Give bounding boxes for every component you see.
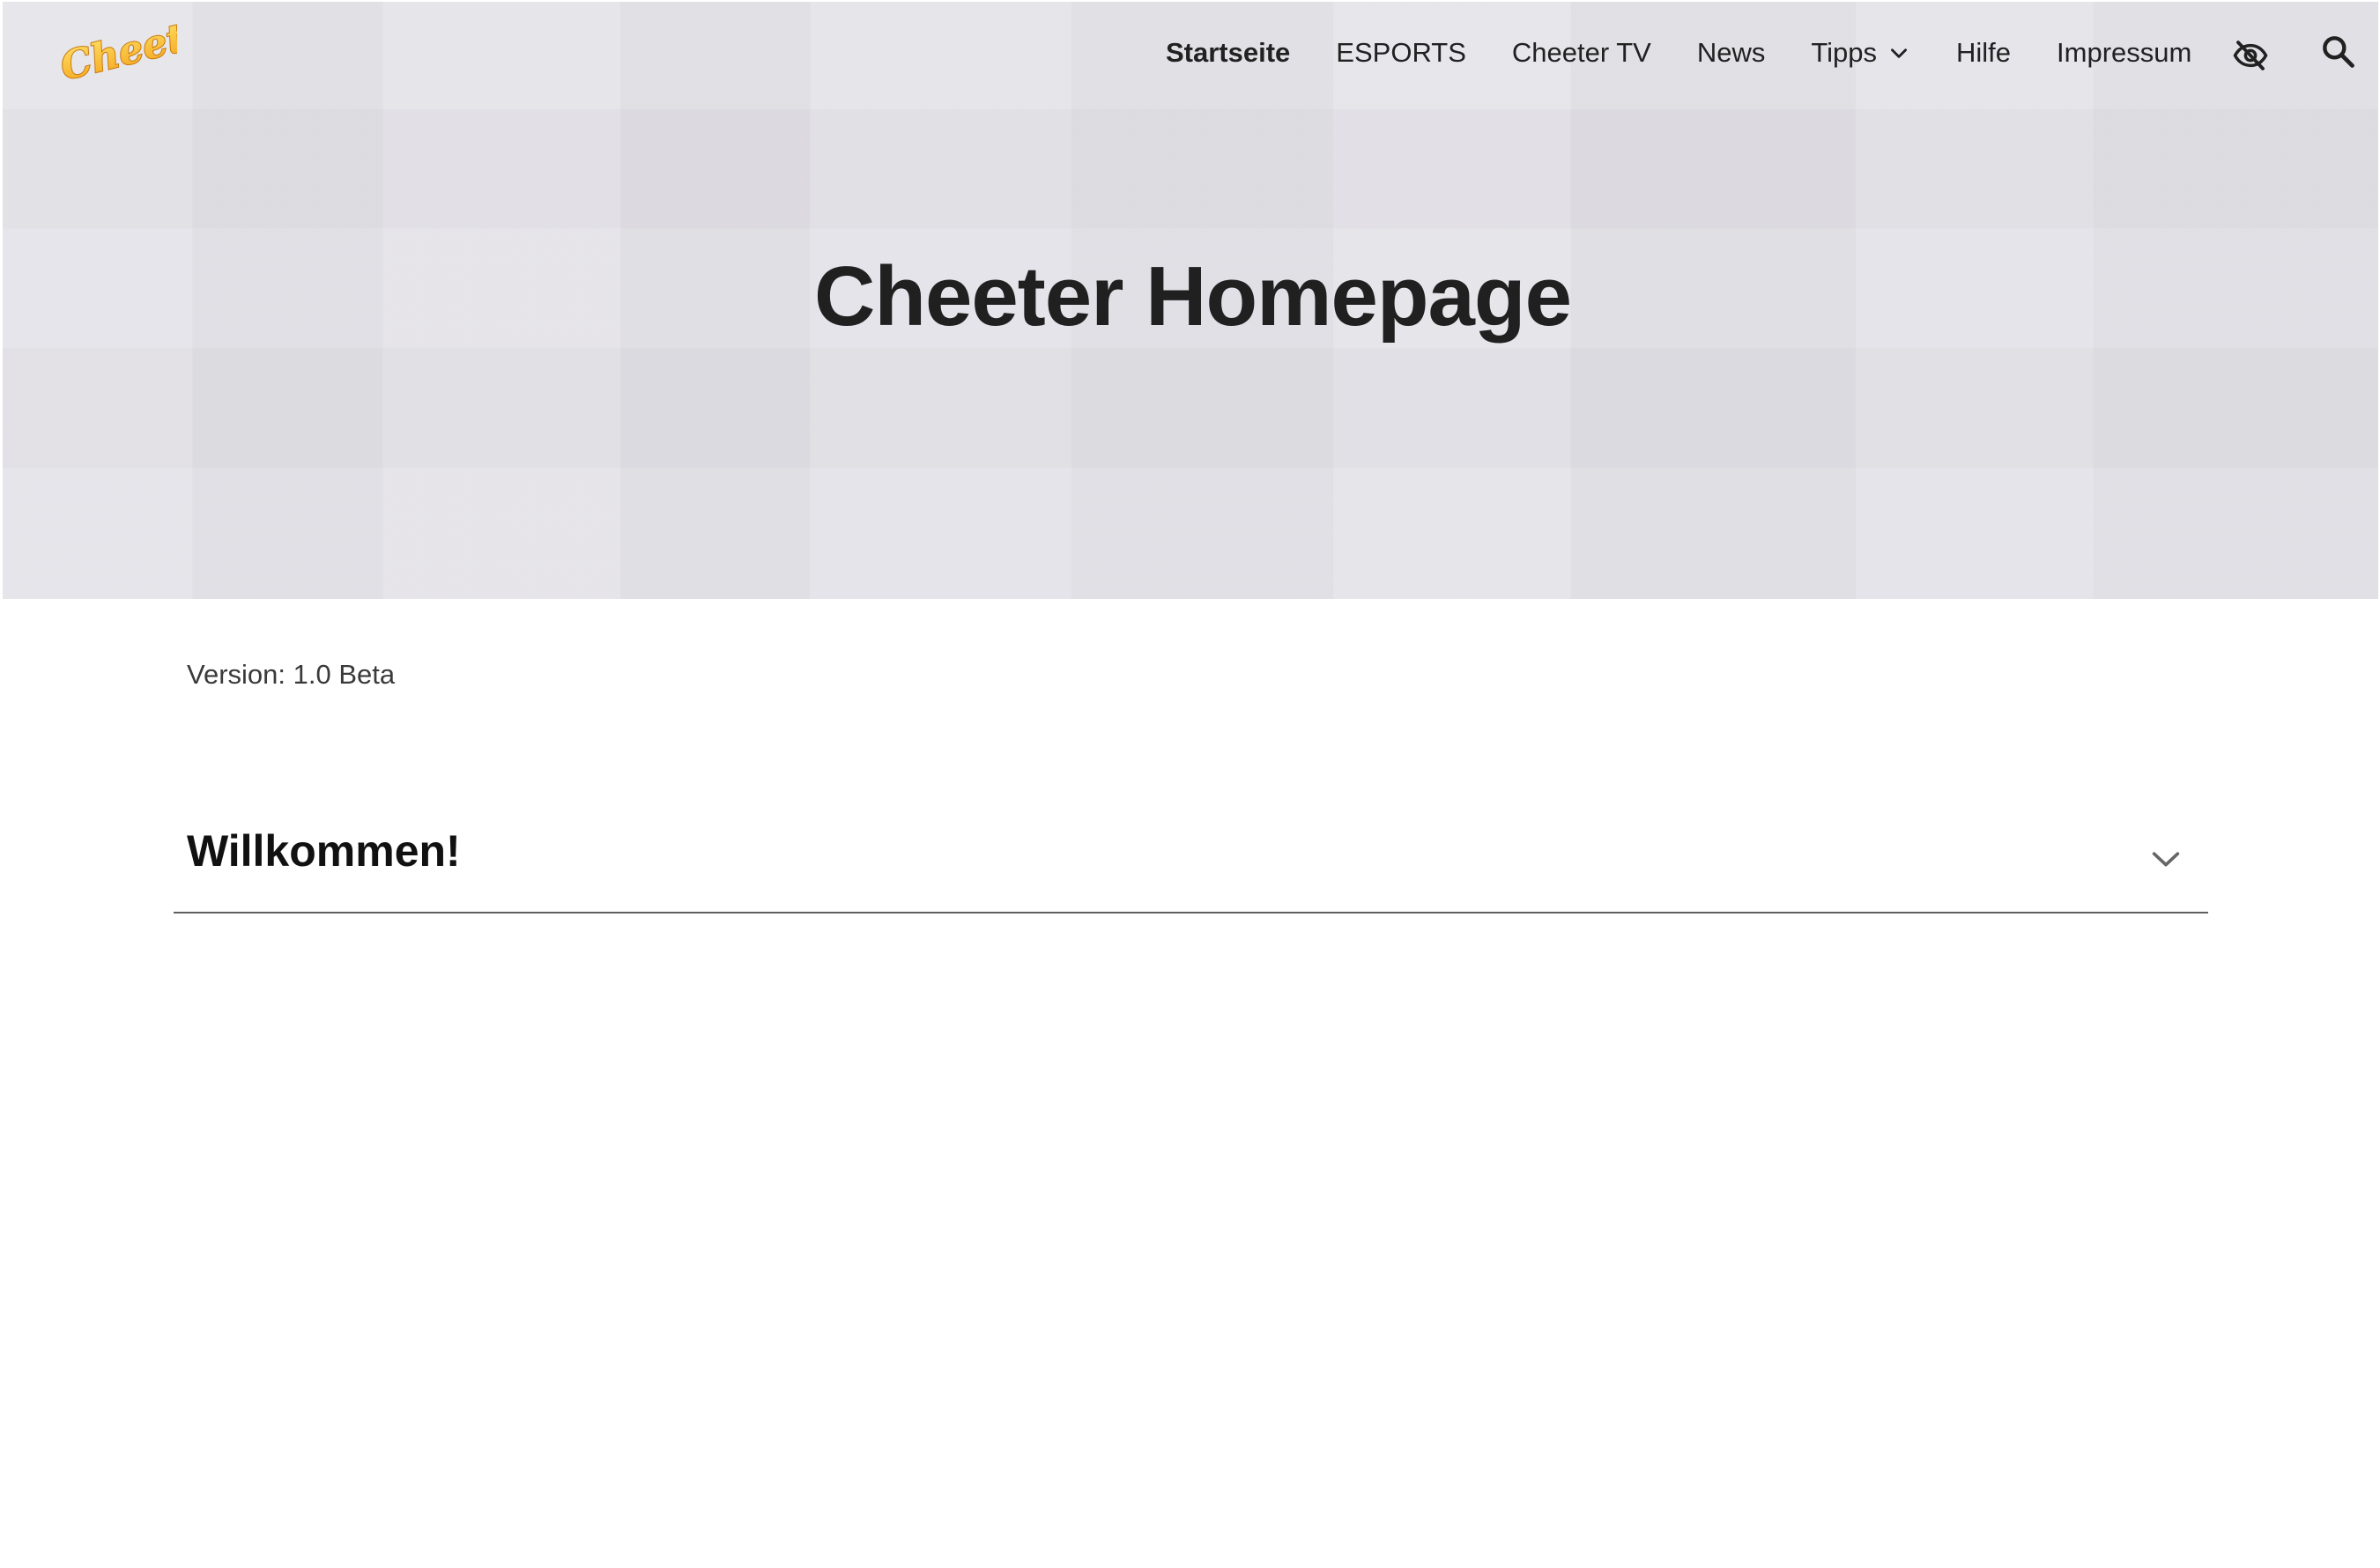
nav-item-esports[interactable]: ESPORTS	[1336, 37, 1466, 69]
hero-banner: Cheeter Startseite ESPORTS Cheeter TV Ne…	[3, 2, 2378, 599]
main-navigation: Startseite ESPORTS Cheeter TV News Tipps…	[1166, 28, 2237, 78]
version-text: Version: 1.0 Beta	[187, 659, 396, 690]
nav-label: Cheeter TV	[1511, 37, 1651, 68]
nav-item-impressum[interactable]: Impressum	[2057, 37, 2191, 69]
nav-item-cheeter-tv[interactable]: Cheeter TV	[1512, 37, 1651, 69]
accordion-title: Willkommen!	[187, 826, 461, 876]
page: Cheeter Startseite ESPORTS Cheeter TV Ne…	[0, 0, 2380, 1568]
welcome-accordion[interactable]: Willkommen!	[174, 806, 2208, 913]
nav-label: News	[1696, 37, 1766, 68]
nav-item-startseite[interactable]: Startseite	[1166, 37, 1290, 69]
nav-label: Hilfe	[1956, 37, 2012, 68]
chevron-down-icon[interactable]	[1887, 41, 1910, 64]
page-title: Cheeter Homepage	[814, 249, 1572, 344]
eye-off-icon[interactable]	[2232, 37, 2269, 74]
nav-item-tipps[interactable]: Tipps	[1811, 37, 1910, 69]
nav-label: Startseite	[1166, 37, 1291, 68]
nav-label: ESPORTS	[1336, 37, 1466, 68]
chevron-down-icon[interactable]	[2148, 841, 2184, 876]
nav-item-news[interactable]: News	[1697, 37, 1766, 69]
svg-text:Cheeter: Cheeter	[56, 16, 177, 86]
nav-label: Impressum	[2057, 37, 2192, 68]
cheeter-logo[interactable]: Cheeter	[54, 16, 177, 86]
search-icon[interactable]	[2318, 32, 2357, 70]
nav-item-hilfe[interactable]: Hilfe	[1956, 37, 2011, 69]
nav-label: Tipps	[1811, 37, 1878, 68]
